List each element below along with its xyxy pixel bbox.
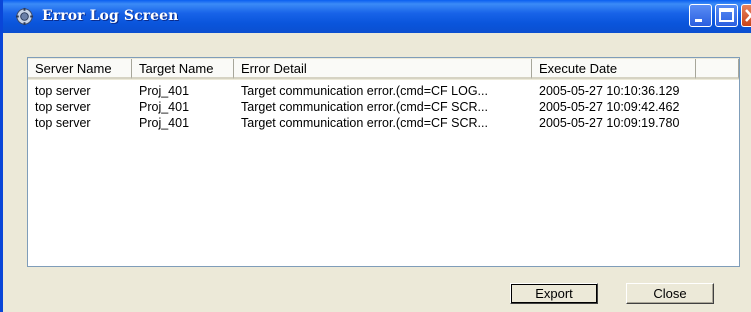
cell-error-detail: Target communication error.(cmd=CF LOG..… (241, 84, 488, 98)
column-header-target-name[interactable]: Target Name (132, 59, 234, 79)
close-icon (745, 9, 751, 22)
column-header-server-name[interactable]: Server Name (28, 59, 132, 79)
close-button[interactable]: Close (626, 283, 714, 304)
cell-execute-date: 2005-05-27 10:09:19.780 (539, 116, 680, 130)
table-row[interactable]: top server Proj_401 Target communication… (28, 115, 739, 131)
minimize-icon (695, 19, 702, 22)
cell-execute-date: 2005-05-27 10:10:36.129 (539, 84, 680, 98)
cell-target-name: Proj_401 (139, 84, 190, 98)
export-button[interactable]: Export (510, 283, 598, 304)
list-header: Server Name Target Name Error Detail Exe… (28, 58, 739, 80)
table-row[interactable]: top server Proj_401 Target communication… (28, 83, 739, 99)
cell-server-name: top server (35, 116, 91, 130)
cell-execute-date: 2005-05-27 10:09:42.462 (539, 100, 680, 114)
minimize-button[interactable] (689, 4, 712, 27)
column-header-execute-date[interactable]: Execute Date (532, 59, 696, 79)
title-bar[interactable]: Error Log Screen (3, 0, 751, 33)
cell-error-detail: Target communication error.(cmd=CF SCR..… (241, 116, 488, 130)
cell-server-name: top server (35, 100, 91, 114)
close-window-button[interactable] (741, 4, 751, 27)
cell-error-detail: Target communication error.(cmd=CF SCR..… (241, 100, 488, 114)
error-log-window: Error Log Screen Server Name Target Name… (0, 0, 751, 312)
error-log-list[interactable]: Server Name Target Name Error Detail Exe… (27, 57, 740, 267)
table-row[interactable]: top server Proj_401 Target communication… (28, 99, 739, 115)
cell-server-name: top server (35, 84, 91, 98)
window-title: Error Log Screen (42, 8, 179, 24)
column-header-filler (696, 59, 739, 79)
maximize-button[interactable] (715, 4, 738, 27)
column-header-error-detail[interactable]: Error Detail (234, 59, 532, 79)
maximize-icon (719, 8, 734, 22)
cell-target-name: Proj_401 (139, 100, 190, 114)
cell-target-name: Proj_401 (139, 116, 190, 130)
gear-icon (15, 7, 34, 26)
